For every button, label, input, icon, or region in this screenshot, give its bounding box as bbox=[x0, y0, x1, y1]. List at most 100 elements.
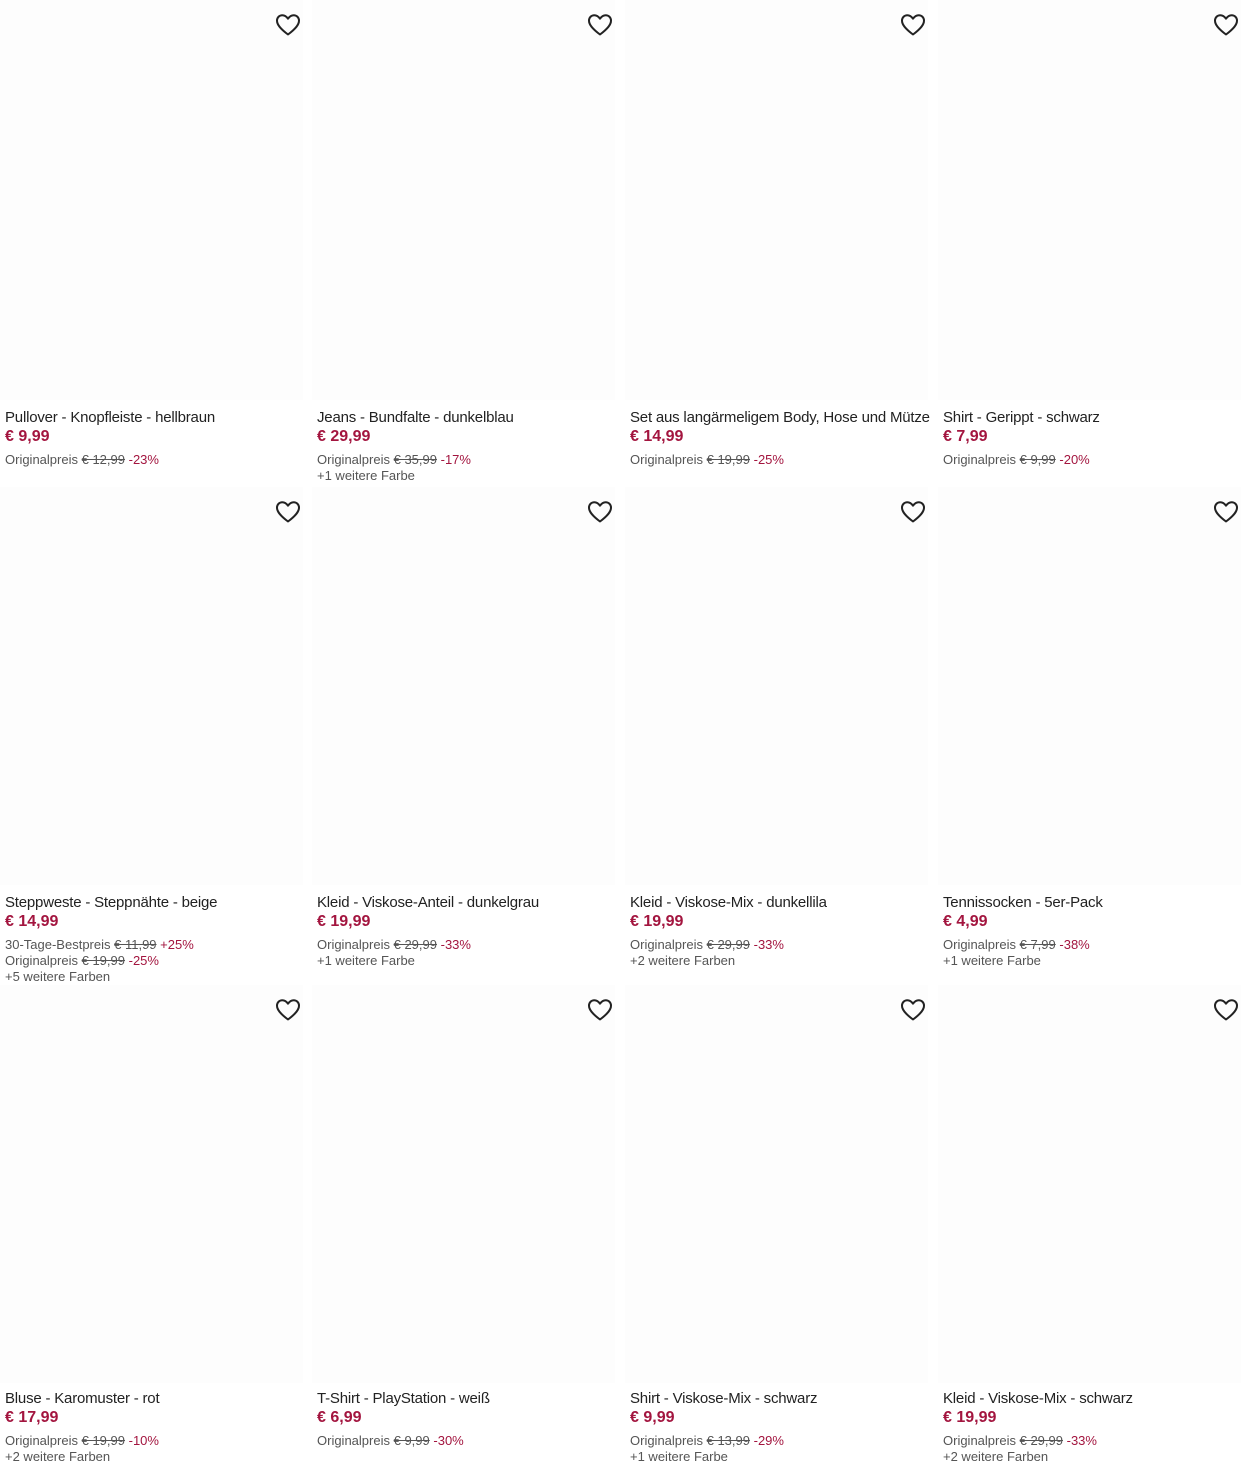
product-info: Shirt - Gerippt - schwarz € 7,99 Originalp… bbox=[943, 409, 1243, 468]
product-price: € 7,99 bbox=[943, 428, 988, 445]
price-reference-label: 30-Tage-Bestpreis bbox=[5, 937, 111, 952]
price-reference-line: Originalpreis € 29,99 -33% bbox=[630, 937, 930, 953]
product-title[interactable]: Tennissocken - 5er-Pack bbox=[943, 894, 1243, 912]
product-title[interactable]: Bluse - Karomuster - rot bbox=[5, 1390, 305, 1408]
product-image[interactable] bbox=[938, 487, 1241, 885]
old-price: € 9,99 bbox=[1019, 452, 1056, 467]
product-info: Pullover - Knopfleiste - hellbraun € 9,99… bbox=[5, 409, 305, 468]
product-price: € 19,99 bbox=[317, 913, 371, 930]
product-price: € 9,99 bbox=[5, 428, 50, 445]
product-title[interactable]: Kleid - Viskose-Mix - schwarz bbox=[943, 1390, 1243, 1408]
wishlist-heart-icon[interactable] bbox=[900, 13, 926, 37]
old-price: € 7,99 bbox=[1019, 937, 1056, 952]
price-difference: -33% bbox=[753, 937, 784, 952]
product-title[interactable]: Kleid - Viskose-Anteil - dunkelgrau bbox=[317, 894, 617, 912]
price-reference-line: Originalpreis € 7,99 -38% bbox=[943, 937, 1243, 953]
price-difference: -20% bbox=[1059, 452, 1090, 467]
wishlist-heart-icon[interactable] bbox=[1213, 500, 1239, 524]
product-image[interactable] bbox=[312, 487, 615, 885]
price-reference-label: Originalpreis bbox=[5, 1433, 78, 1448]
product-image[interactable] bbox=[625, 985, 928, 1383]
price-reference-label: Originalpreis bbox=[317, 452, 390, 467]
product-title[interactable]: Steppweste - Steppnähte - beige bbox=[5, 894, 305, 912]
price-reference-label: Originalpreis bbox=[943, 937, 1016, 952]
price-reference-label: Originalpreis bbox=[5, 953, 78, 968]
wishlist-heart-icon[interactable] bbox=[1213, 998, 1239, 1022]
old-price: € 11,99 bbox=[114, 937, 157, 952]
product-image[interactable] bbox=[625, 487, 928, 885]
price-reference-label: Originalpreis bbox=[943, 452, 1016, 467]
product-info: Set aus langärmeligem Body, Hose und Müt… bbox=[630, 409, 930, 468]
price-reference-line: Originalpreis € 19,99 -25% bbox=[5, 953, 305, 969]
product-image[interactable] bbox=[0, 487, 303, 885]
price-reference-label: Originalpreis bbox=[5, 452, 78, 467]
product-price: € 29,99 bbox=[317, 428, 371, 445]
product-info: Kleid - Viskose-Anteil - dunkelgrau € 19,… bbox=[317, 894, 617, 969]
price-reference-line: Originalpreis € 29,99 -33% bbox=[317, 937, 617, 953]
price-reference-line: Originalpreis € 19,99 -25% bbox=[630, 452, 930, 468]
price-difference: -33% bbox=[1066, 1433, 1097, 1448]
product-image[interactable] bbox=[938, 985, 1241, 1383]
product-price: € 9,99 bbox=[630, 1409, 675, 1426]
product-price: € 14,99 bbox=[5, 913, 59, 930]
wishlist-heart-icon[interactable] bbox=[900, 500, 926, 524]
more-colors-link[interactable]: +1 weitere Farbe bbox=[317, 468, 617, 484]
price-reference-line: Originalpreis € 29,99 -33% bbox=[943, 1433, 1243, 1449]
price-difference: -23% bbox=[128, 452, 159, 467]
wishlist-heart-icon[interactable] bbox=[587, 500, 613, 524]
product-image[interactable] bbox=[312, 0, 615, 400]
product-image[interactable] bbox=[0, 985, 303, 1383]
more-colors-link[interactable]: +2 weitere Farben bbox=[943, 1449, 1243, 1465]
wishlist-heart-icon[interactable] bbox=[275, 13, 301, 37]
price-difference: -29% bbox=[753, 1433, 784, 1448]
product-info: Shirt - Viskose-Mix - schwarz € 9,99 Origi… bbox=[630, 1390, 930, 1465]
wishlist-heart-icon[interactable] bbox=[587, 998, 613, 1022]
product-title[interactable]: T-Shirt - PlayStation - weiß bbox=[317, 1390, 617, 1408]
price-reference-line: Originalpreis € 35,99 -17% bbox=[317, 452, 617, 468]
more-colors-link[interactable]: +5 weitere Farben bbox=[5, 969, 305, 985]
wishlist-heart-icon[interactable] bbox=[275, 500, 301, 524]
price-difference: -38% bbox=[1059, 937, 1090, 952]
price-difference: +25% bbox=[160, 937, 194, 952]
wishlist-heart-icon[interactable] bbox=[275, 998, 301, 1022]
product-image[interactable] bbox=[312, 985, 615, 1383]
old-price: € 19,99 bbox=[706, 452, 750, 467]
product-title[interactable]: Pullover - Knopfleiste - hellbraun bbox=[5, 409, 305, 427]
price-difference: -10% bbox=[128, 1433, 159, 1448]
product-price: € 4,99 bbox=[943, 913, 988, 930]
more-colors-link[interactable]: +2 weitere Farben bbox=[5, 1449, 305, 1465]
product-info: Steppweste - Steppnähte - beige € 14,99 30… bbox=[5, 894, 305, 985]
price-reference-label: Originalpreis bbox=[630, 937, 703, 952]
wishlist-heart-icon[interactable] bbox=[1213, 13, 1239, 37]
product-info: Tennissocken - 5er-Pack € 4,99 Originalpre… bbox=[943, 894, 1243, 969]
product-title[interactable]: Jeans - Bundfalte - dunkelblau bbox=[317, 409, 617, 427]
product-image[interactable] bbox=[0, 0, 303, 400]
product-price: € 19,99 bbox=[630, 913, 684, 930]
wishlist-heart-icon[interactable] bbox=[900, 998, 926, 1022]
price-reference-line: 30-Tage-Bestpreis € 11,99 +25% bbox=[5, 937, 305, 953]
old-price: € 35,99 bbox=[393, 452, 437, 467]
more-colors-link[interactable]: +2 weitere Farben bbox=[630, 953, 930, 969]
old-price: € 19,99 bbox=[81, 1433, 125, 1448]
price-reference-line: Originalpreis € 13,99 -29% bbox=[630, 1433, 930, 1449]
product-title[interactable]: Kleid - Viskose-Mix - dunkellila bbox=[630, 894, 930, 912]
price-difference: -30% bbox=[433, 1433, 464, 1448]
more-colors-link[interactable]: +1 weitere Farbe bbox=[630, 1449, 930, 1465]
product-image[interactable] bbox=[938, 0, 1241, 400]
more-colors-link[interactable]: +1 weitere Farbe bbox=[317, 953, 617, 969]
product-price: € 6,99 bbox=[317, 1409, 362, 1426]
product-title[interactable]: Set aus langärmeligem Body, Hose und Müt… bbox=[630, 409, 930, 427]
wishlist-heart-icon[interactable] bbox=[587, 13, 613, 37]
price-reference-label: Originalpreis bbox=[943, 1433, 1016, 1448]
old-price: € 12,99 bbox=[81, 452, 125, 467]
more-colors-link[interactable]: +1 weitere Farbe bbox=[943, 953, 1243, 969]
price-reference-line: Originalpreis € 9,99 -30% bbox=[317, 1433, 617, 1449]
product-title[interactable]: Shirt - Viskose-Mix - schwarz bbox=[630, 1390, 930, 1408]
price-reference-label: Originalpreis bbox=[317, 1433, 390, 1448]
product-image[interactable] bbox=[625, 0, 928, 400]
old-price: € 29,99 bbox=[706, 937, 750, 952]
product-title[interactable]: Shirt - Gerippt - schwarz bbox=[943, 409, 1243, 427]
price-reference-line: Originalpreis € 12,99 -23% bbox=[5, 452, 305, 468]
product-info: Bluse - Karomuster - rot € 17,99 Originalp… bbox=[5, 1390, 305, 1465]
product-info: Jeans - Bundfalte - dunkelblau € 29,99 Ori… bbox=[317, 409, 617, 484]
